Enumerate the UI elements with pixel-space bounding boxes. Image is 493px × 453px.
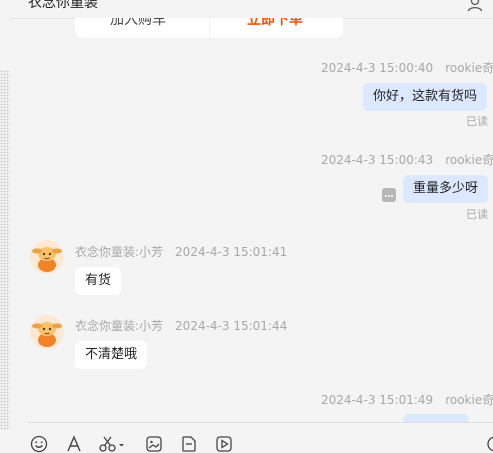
scissors-icon[interactable] [98, 435, 126, 453]
sender-name: 衣念你童装:小芳 [75, 245, 164, 259]
send-button-partial[interactable] [486, 435, 493, 453]
product-card: 加入购车 立即下单 [75, 18, 343, 38]
image-icon[interactable] [145, 435, 163, 453]
read-status: 已读 [466, 208, 488, 221]
message-time: 2024-4-3 15:01:49 [321, 393, 434, 407]
my-message-bubble[interactable]: 你好，这款有货吗 [363, 83, 488, 111]
file-icon[interactable] [180, 435, 198, 453]
message-sender-name: rookie奇 [445, 61, 493, 75]
more-icon[interactable] [382, 188, 396, 202]
store-avatar[interactable] [30, 240, 64, 274]
buy-now-button[interactable]: 立即下单 [247, 18, 303, 29]
sender-name: 衣念你童装:小芳 [75, 319, 164, 333]
my-message-bubble[interactable]: 重量多少呀 [403, 175, 489, 203]
message-time: 2024-4-3 15:00:40 [321, 61, 434, 75]
user-icon[interactable] [467, 0, 483, 16]
chat-header: 衣念你童装 [10, 0, 493, 19]
read-status: 已读 [466, 115, 488, 128]
chat-title: 衣念你童装 [28, 0, 98, 11]
add-to-cart-button[interactable]: 加入购车 [110, 18, 166, 29]
card-divider [209, 18, 210, 38]
video-icon[interactable] [215, 435, 233, 453]
side-strip [0, 70, 10, 430]
emoji-icon[interactable] [30, 435, 48, 453]
message-time: 2024-4-3 15:00:43 [321, 153, 434, 167]
message-sender-name: rookie奇 [445, 153, 493, 167]
message-timestamp: 2024-4-3 15:00:43 rookie奇 [321, 151, 493, 168]
message-timestamp: 2024-4-3 15:00:40 rookie奇 [321, 59, 493, 76]
message-time: 2024-4-3 15:01:44 [175, 319, 288, 333]
received-message-bubble[interactable]: 有货 [75, 267, 122, 295]
sender-line: 衣念你童装:小芳 2024-4-3 15:01:44 [75, 317, 287, 334]
store-avatar[interactable] [30, 315, 64, 349]
font-icon[interactable] [65, 435, 83, 453]
message-time: 2024-4-3 15:01:41 [175, 245, 288, 259]
message-timestamp: 2024-4-3 15:01:49 rookie奇 [321, 391, 493, 408]
message-sender-name: rookie奇 [445, 393, 493, 407]
sender-line: 衣念你童装:小芳 2024-4-3 15:01:41 [75, 243, 287, 260]
input-toolbar [28, 422, 493, 453]
received-message-bubble[interactable]: 不清楚哦 [75, 341, 148, 369]
my-message-bubble[interactable] [403, 414, 469, 422]
